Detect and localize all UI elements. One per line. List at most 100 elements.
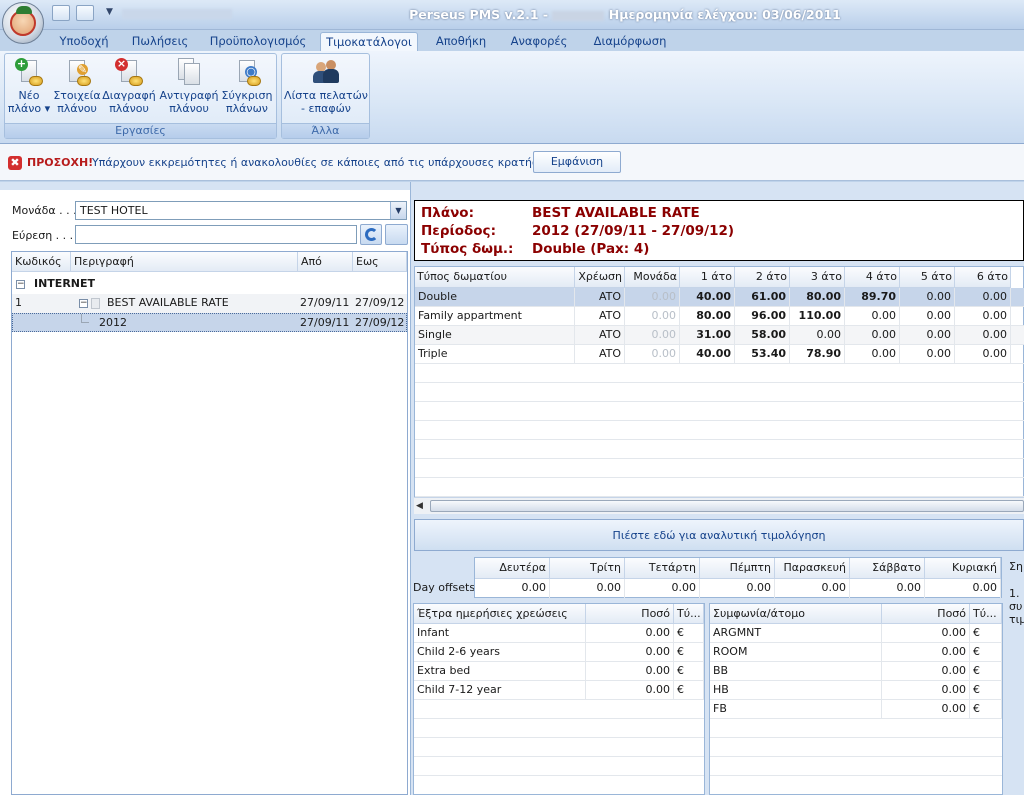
new-plan-button[interactable]: + Νέο πλάνο ▾ — [7, 58, 51, 116]
col-5-persons[interactable]: 5 άτο — [900, 267, 955, 288]
ribbon-group-tasks: + Νέο πλάνο ▾ ✎ Στοιχεία πλάνου × Διαγρα… — [4, 53, 277, 139]
list-item[interactable]: BB 0.00 € — [710, 662, 1002, 681]
col-unit[interactable]: Μονάδα — [625, 267, 680, 288]
refresh-button[interactable] — [360, 224, 382, 245]
notes-line: τιμ — [1009, 613, 1024, 626]
price-4: 0.00 — [845, 307, 900, 326]
charge-name: Child 7-12 year — [414, 681, 586, 700]
empty-row — [415, 402, 1024, 421]
contacts-list-button[interactable]: Λίστα πελατών - επαφών — [284, 58, 368, 115]
price-3: 0.00 — [790, 326, 845, 345]
tree-child-row[interactable]: 2012 27/09/11 27/09/12 — [12, 313, 407, 332]
list-item[interactable]: FB 0.00 € — [710, 700, 1002, 719]
col-type[interactable]: Τύ... — [674, 604, 704, 624]
tree-header-from[interactable]: Από — [298, 252, 353, 272]
offset-friday[interactable]: 0.00 — [775, 579, 850, 598]
agreement-currency: € — [970, 643, 1002, 662]
charge-currency: € — [674, 662, 704, 681]
tab-budget[interactable]: Προϋπολογισμός — [204, 32, 312, 51]
tab-reports[interactable]: Αναφορές — [504, 32, 574, 51]
period-label: Περίοδος: — [421, 223, 496, 239]
col-type[interactable]: Τύ... — [970, 604, 1002, 624]
chevron-down-icon[interactable]: ▼ — [390, 202, 406, 219]
tab-warehouse[interactable]: Αποθήκη — [426, 32, 496, 51]
col-amount[interactable]: Ποσό — [882, 604, 970, 624]
tree-plan-row[interactable]: 1 − BEST AVAILABLE RATE 27/09/11 27/09/1… — [12, 294, 407, 313]
collapse-icon[interactable]: − — [79, 299, 88, 308]
tree-header-description[interactable]: Περιγραφή — [71, 252, 298, 272]
col-charge[interactable]: Χρέωση — [575, 267, 625, 288]
list-item[interactable]: Child 7-12 year 0.00 € — [414, 681, 704, 700]
plan-details-button[interactable]: ✎ Στοιχεία πλάνου — [53, 58, 101, 115]
tab-sales[interactable]: Πωλήσεις — [124, 32, 196, 51]
offset-sunday[interactable]: 0.00 — [925, 579, 1001, 598]
list-item[interactable]: Extra bed 0.00 € — [414, 662, 704, 681]
warning-bar: ✖ ΠΡΟΣΟΧΗ! Υπάρχουν εκκρεμότητες ή ανακο… — [0, 144, 1024, 181]
offset-saturday[interactable]: 0.00 — [850, 579, 925, 598]
offset-thursday[interactable]: 0.00 — [700, 579, 775, 598]
tree-header-to[interactable]: Εως — [353, 252, 407, 272]
delete-plan-icon: × — [115, 58, 143, 86]
list-item[interactable]: HB 0.00 € — [710, 681, 1002, 700]
scroll-thumb[interactable] — [430, 500, 1024, 512]
tree-group-row[interactable]: − INTERNET — [12, 275, 407, 294]
agreement-amount: 0.00 — [882, 643, 970, 662]
col-1-person[interactable]: 1 άτο — [680, 267, 735, 288]
list-item[interactable]: ROOM 0.00 € — [710, 643, 1002, 662]
tab-configuration[interactable]: Διαμόρφωση — [584, 32, 676, 51]
warning-message: Υπάρχουν εκκρεμότητες ή ανακολουθίες σε … — [92, 156, 559, 169]
empty-row — [415, 364, 1024, 383]
detailed-pricing-button[interactable]: Πιέστε εδώ για αναλυτική τιμολόγηση — [414, 519, 1024, 551]
app-logo-icon — [10, 6, 36, 36]
col-3-persons[interactable]: 3 άτο — [790, 267, 845, 288]
offset-wednesday[interactable]: 0.00 — [625, 579, 700, 598]
title-bar: ▼ Perseus PMS v.2.1 - Ημερομηνία ελέγχου… — [0, 0, 1024, 30]
collapse-icon[interactable]: − — [16, 280, 25, 289]
charge-type: ATO — [575, 326, 625, 345]
notes-line: συ — [1009, 600, 1023, 613]
table-row[interactable]: Double ATO 0.00 40.00 61.00 80.00 89.70 … — [415, 288, 1024, 307]
application-menu-button[interactable] — [2, 2, 44, 44]
delete-plan-button[interactable]: × Διαγραφή πλάνου — [102, 58, 156, 116]
agreement-currency: € — [970, 624, 1002, 643]
offset-monday[interactable]: 0.00 — [475, 579, 550, 598]
show-button[interactable]: Εμφάνιση — [533, 151, 621, 173]
tab-reception[interactable]: Υποδοχή — [52, 32, 116, 51]
col-2-persons[interactable]: 2 άτο — [735, 267, 790, 288]
agreements-grid: Συμφωνία/άτομο Ποσό Τύ... ARGMNT 0.00 € … — [709, 603, 1003, 795]
col-room-type[interactable]: Τύπος δωματίου — [415, 267, 575, 288]
col-agreement[interactable]: Συμφωνία/άτομο — [710, 604, 882, 624]
table-row[interactable]: Triple ATO 0.00 40.00 53.40 78.90 0.00 0… — [415, 345, 1024, 364]
col-amount[interactable]: Ποσό — [586, 604, 674, 624]
empty-row — [415, 421, 1024, 440]
tree-header-code[interactable]: Κωδικός — [12, 252, 71, 272]
list-item[interactable]: ARGMNT 0.00 € — [710, 624, 1002, 643]
ribbon-group-other-label: Άλλα — [282, 123, 369, 138]
col-monday: Δευτέρα — [475, 558, 550, 579]
blurred-hotel-name — [552, 10, 605, 21]
agreement-name: BB — [710, 662, 882, 681]
unit-select[interactable]: TEST HOTEL ▼ — [75, 201, 407, 220]
col-6-persons[interactable]: 6 άτο — [955, 267, 1011, 288]
price-5: 0.00 — [900, 288, 955, 307]
price-4: 0.00 — [845, 345, 900, 364]
table-row[interactable]: Family appartment ATO 0.00 80.00 96.00 1… — [415, 307, 1024, 326]
list-item[interactable]: Infant 0.00 € — [414, 624, 704, 643]
clear-search-button[interactable] — [385, 224, 408, 245]
price-2: 96.00 — [735, 307, 790, 326]
table-row[interactable]: Single ATO 0.00 31.00 58.00 0.00 0.00 0.… — [415, 326, 1024, 345]
search-input[interactable] — [75, 225, 357, 244]
col-extra-charge[interactable]: Έξτρα ημερήσιες χρεώσεις — [414, 604, 586, 624]
copy-plan-button[interactable]: Αντιγραφή πλάνου — [159, 58, 219, 115]
plan-details-label-2: πλάνου — [57, 102, 97, 115]
horizontal-scrollbar[interactable]: ◀ — [414, 497, 1024, 514]
compare-plans-button[interactable]: ○ Σύγκριση πλάνων — [220, 58, 274, 115]
scroll-left-icon[interactable]: ◀ — [416, 501, 423, 511]
list-item[interactable]: Child 2-6 years 0.00 € — [414, 643, 704, 662]
copy-plan-label-1: Αντιγραφή — [159, 89, 219, 102]
offset-tuesday[interactable]: 0.00 — [550, 579, 625, 598]
tab-price-lists[interactable]: Τιμοκατάλογοι — [320, 32, 418, 51]
empty-row — [414, 719, 704, 738]
check-date: Ημερομηνία ελέγχου: 03/06/2011 — [608, 7, 841, 22]
col-4-persons[interactable]: 4 άτο — [845, 267, 900, 288]
